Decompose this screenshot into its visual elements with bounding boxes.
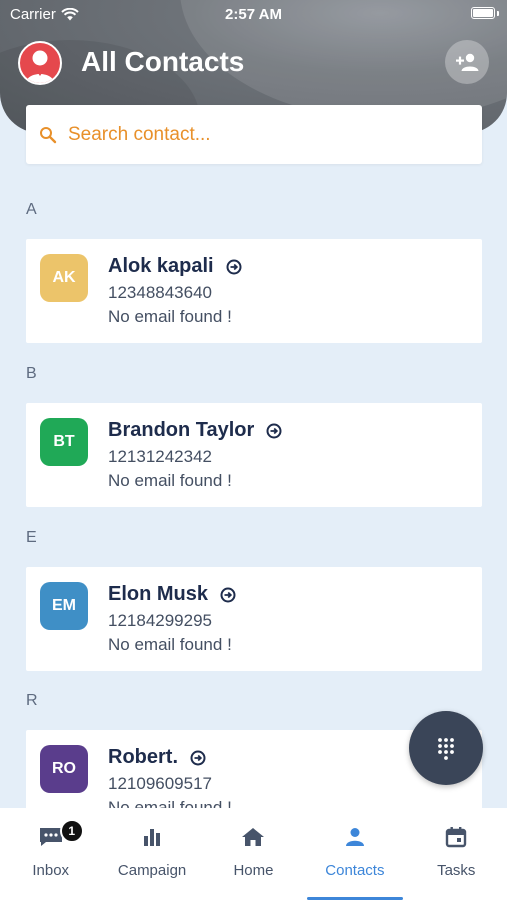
home-icon: [242, 828, 265, 846]
contact-name-row: Alok kapali: [108, 255, 242, 278]
contact-email: No email found !: [108, 635, 232, 654]
bar-chart-icon: [144, 829, 161, 846]
tab-label: Contacts: [325, 862, 385, 879]
contact-name-row: Elon Musk: [108, 583, 236, 606]
contact-initials-avatar: RO: [40, 745, 88, 793]
tab-home[interactable]: Home: [203, 808, 304, 900]
arrow-circle-right-icon[interactable]: [266, 423, 282, 439]
tab-inbox[interactable]: 1 Inbox: [0, 808, 101, 900]
contact-initials-avatar: AK: [40, 254, 88, 302]
tab-label: Inbox: [32, 862, 70, 879]
contact-phone: 12131242342: [108, 447, 213, 466]
arrow-circle-right-icon[interactable]: [226, 259, 242, 275]
contact-name-row: Robert.: [108, 746, 206, 769]
search-icon: [38, 125, 58, 145]
section-header-e: E: [26, 529, 37, 546]
section-header-r: R: [26, 692, 38, 709]
tab-campaign[interactable]: Campaign: [101, 808, 202, 900]
avatar-person-icon: [26, 50, 54, 83]
contact-card[interactable]: AK Alok kapali 12348843640 No email foun…: [26, 239, 482, 343]
tab-label: Tasks: [437, 862, 476, 879]
bottom-tab-bar: 1 Inbox Campaign Home Contacts Tasks: [0, 808, 507, 900]
page-title: All Contacts: [81, 46, 245, 77]
clock: 2:57 AM: [225, 6, 282, 23]
section-header-a: A: [26, 201, 37, 218]
tab-contacts[interactable]: Contacts: [304, 808, 405, 900]
contact-card[interactable]: BT Brandon Taylor 12131242342 No email f…: [26, 403, 482, 507]
tab-tasks[interactable]: Tasks: [406, 808, 507, 900]
contact-card[interactable]: EM Elon Musk 12184299295 No email found …: [26, 567, 482, 671]
contact-name-row: Brandon Taylor: [108, 419, 282, 442]
contact-name: Alok kapali: [108, 255, 214, 277]
arrow-circle-right-icon[interactable]: [190, 750, 206, 766]
contact-phone: 12348843640: [108, 283, 213, 302]
contact-name: Robert.: [108, 746, 178, 768]
tab-label: Home: [233, 862, 274, 879]
unread-badge: 1: [59, 819, 84, 843]
contact-name: Brandon Taylor: [108, 419, 255, 441]
add-person-icon: [456, 53, 479, 71]
contact-name: Elon Musk: [108, 583, 209, 605]
dialpad-button[interactable]: [409, 711, 483, 785]
contact-initials-avatar: BT: [40, 418, 88, 466]
search-input[interactable]: [68, 123, 448, 146]
person-icon: [345, 828, 364, 846]
dialpad-icon: [438, 738, 454, 760]
section-header-b: B: [26, 365, 37, 382]
tab-label: Campaign: [117, 862, 187, 879]
add-contact-button[interactable]: [445, 40, 489, 84]
search-bar: [26, 105, 482, 164]
contact-phone: 12109609517: [108, 774, 213, 793]
status-bar: Carrier 2:57 AM: [0, 0, 507, 28]
arrow-circle-right-icon[interactable]: [220, 587, 236, 603]
user-avatar[interactable]: [18, 41, 62, 85]
battery-icon: [471, 7, 495, 19]
calendar-icon: [446, 827, 467, 848]
contact-email: No email found !: [108, 471, 232, 490]
contact-phone: 12184299295: [108, 611, 213, 630]
contact-initials-avatar: EM: [40, 582, 88, 630]
contact-email: No email found !: [108, 307, 232, 326]
